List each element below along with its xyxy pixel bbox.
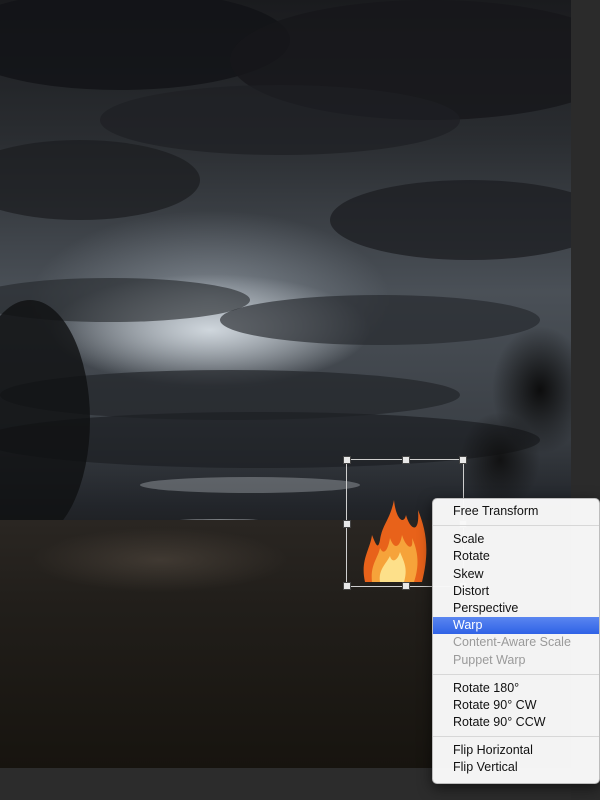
menu-item-perspective[interactable]: Perspective: [433, 600, 599, 617]
menu-item-rotate[interactable]: Rotate: [433, 548, 599, 565]
menu-item-warp[interactable]: Warp: [433, 617, 599, 635]
menu-separator: [433, 736, 599, 738]
transform-handle-top-left[interactable]: [343, 456, 351, 464]
menu-item-distort[interactable]: Distort: [433, 583, 599, 600]
menu-item-free-transform[interactable]: Free Transform: [433, 503, 599, 520]
menu-separator: [433, 525, 599, 527]
transform-handle-top-right[interactable]: [459, 456, 467, 464]
menu-item-skew[interactable]: Skew: [433, 566, 599, 583]
menu-item-puppet-warp: Puppet Warp: [453, 652, 526, 667]
transform-handle-bottom-left[interactable]: [343, 582, 351, 590]
transform-context-menu: Free Transform Scale Rotate Skew Distort…: [432, 498, 600, 784]
menu-item-flip-horizontal[interactable]: Flip Horizontal: [433, 742, 599, 759]
menu-item-rotate-90-cw[interactable]: Rotate 90° CW: [433, 697, 599, 714]
menu-item-content-aware-scale: Content-Aware Scale: [453, 635, 571, 650]
menu-item-scale[interactable]: Scale: [433, 531, 599, 548]
menu-item-rotate-180[interactable]: Rotate 180°: [433, 680, 599, 697]
transform-handle-bottom-center[interactable]: [402, 582, 410, 590]
menu-item-rotate-90-ccw[interactable]: Rotate 90° CCW: [433, 714, 599, 731]
transform-handle-middle-left[interactable]: [343, 520, 351, 528]
menu-item-flip-vertical[interactable]: Flip Vertical: [433, 759, 599, 776]
menu-separator: [433, 673, 599, 675]
transform-handle-top-center[interactable]: [402, 456, 410, 464]
